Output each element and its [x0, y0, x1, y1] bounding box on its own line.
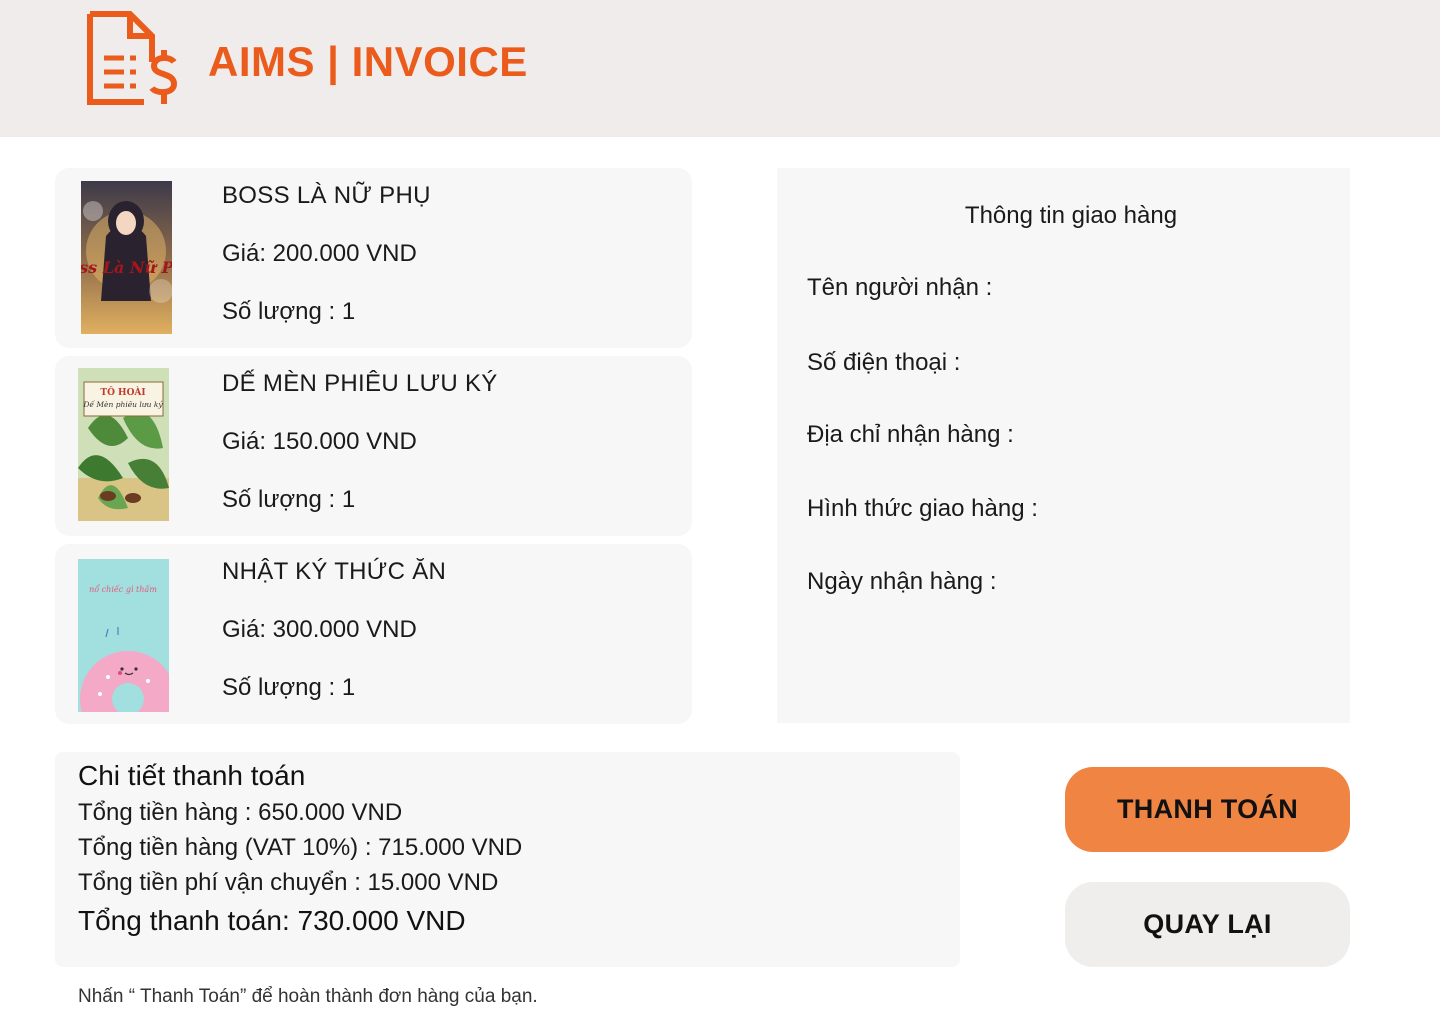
book-cover-image: Boss Là Nữ Phụ — [81, 181, 172, 334]
product-name: NHẬT KÝ THỨC ĂN — [222, 558, 447, 585]
back-button[interactable]: QUAY LẠI — [1065, 882, 1350, 967]
phone-number-label: Số điện thoại : — [807, 349, 961, 376]
cover-author: TÔ HOÀI — [100, 386, 145, 398]
product-quantity: Số lượng : 1 — [222, 486, 356, 513]
product-price: Giá: 300.000 VND — [222, 616, 417, 643]
product-name: BOSS LÀ NỮ PHỤ — [222, 182, 431, 209]
payment-title: Chi tiết thanh toán — [78, 760, 306, 791]
app-title: AIMS | INVOICE — [208, 38, 528, 85]
product-price: Giá: 200.000 VND — [222, 240, 417, 267]
book-cover-image: TÔ HOÀI Dế Mèn phiêu lưu ký — [78, 368, 169, 521]
delivery-method-label: Hình thức giao hàng : — [807, 495, 1038, 522]
recipient-name-label: Tên người nhận : — [807, 274, 993, 301]
grand-total: Tổng thanh toán: 730.000 VND — [78, 905, 466, 936]
product-price: Giá: 150.000 VND — [222, 428, 417, 455]
cover-title: Dế Mèn phiêu lưu ký — [82, 400, 163, 409]
shipping-info-panel: Thông tin giao hàng Tên người nhận : Số … — [777, 168, 1350, 723]
cart-item: nổ chiếc gì thấm NHẬT KÝ THỨC ĂN Giá: 30… — [55, 544, 692, 724]
cart-item: TÔ HOÀI Dế Mèn phiêu lưu ký DẾ MÈN PHIÊU… — [55, 356, 692, 536]
delivery-date-label: Ngày nhận hàng : — [807, 568, 997, 595]
pay-button[interactable]: THANH TOÁN — [1065, 767, 1350, 852]
subtotal: Tổng tiền hàng : 650.000 VND — [78, 799, 403, 826]
shipping-title: Thông tin giao hàng — [964, 202, 1178, 229]
product-quantity: Số lượng : 1 — [222, 674, 356, 701]
payment-details-panel: Chi tiết thanh toán Tổng tiền hàng : 650… — [55, 752, 960, 967]
cover-title: nổ chiếc gì thấm — [89, 585, 157, 594]
cart-item: Boss Là Nữ Phụ BOSS LÀ NỮ PHỤ Giá: 200.0… — [55, 168, 692, 348]
delivery-address-label: Địa chỉ nhận hàng : — [807, 421, 1014, 448]
book-cover-image: nổ chiếc gì thấm — [78, 559, 169, 712]
subtotal-with-vat: Tổng tiền hàng (VAT 10%) : 715.000 VND — [78, 834, 523, 861]
footer-note: Nhấn “ Thanh Toán” để hoàn thành đơn hàn… — [78, 986, 538, 1007]
invoice-dollar-icon — [87, 11, 178, 105]
product-name: DẾ MÈN PHIÊU LƯU KÝ — [222, 370, 498, 397]
app-header: AIMS | INVOICE — [0, 0, 1440, 137]
product-quantity: Số lượng : 1 — [222, 298, 356, 325]
cover-title: Boss Là Nữ Phụ — [81, 258, 172, 277]
shipping-fee: Tổng tiền phí vận chuyển : 15.000 VND — [78, 869, 499, 896]
